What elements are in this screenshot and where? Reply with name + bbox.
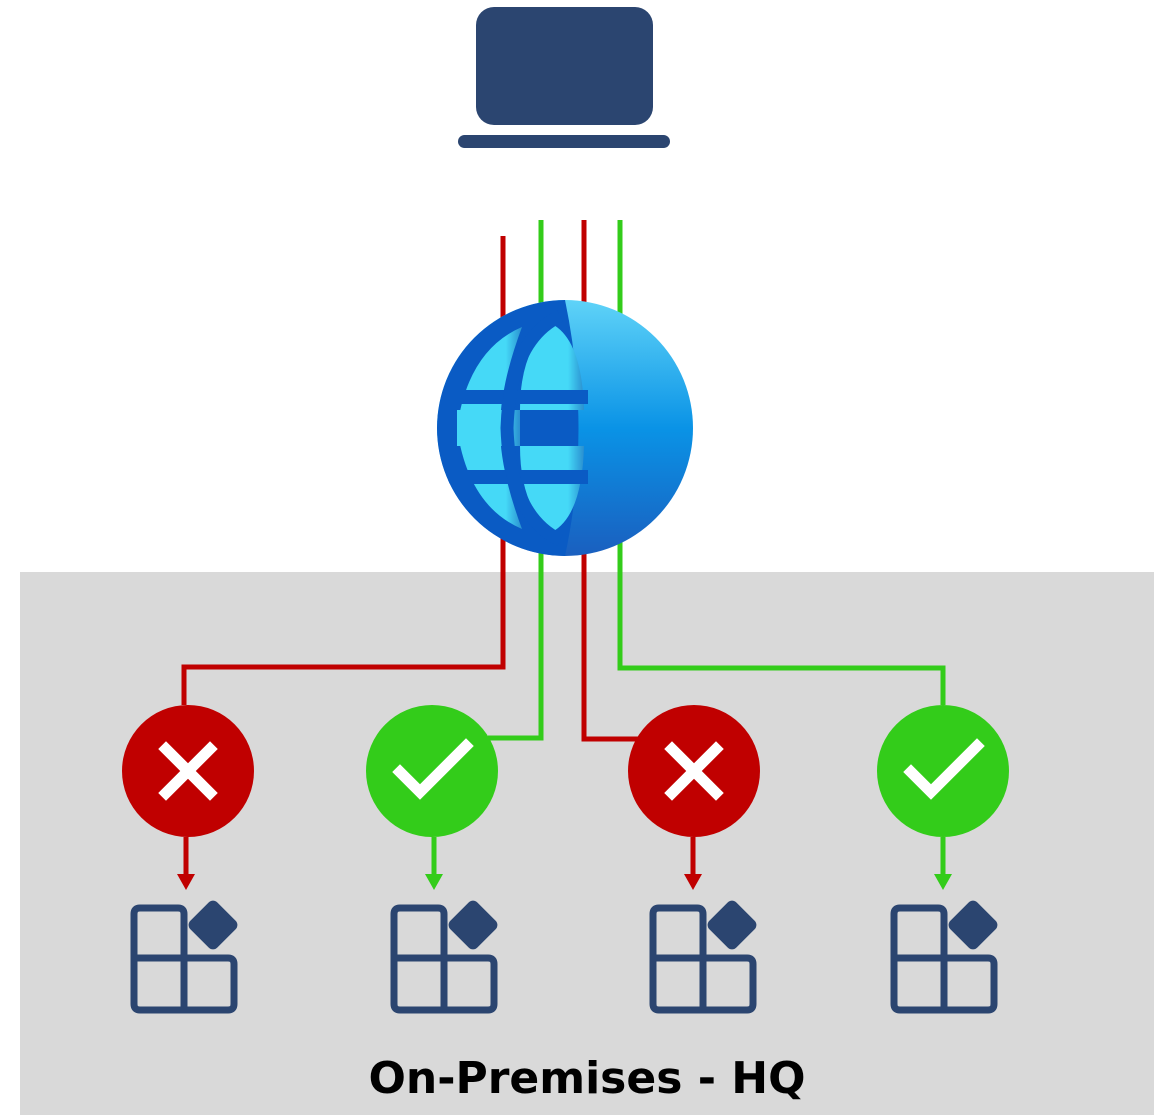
status-allowed-4: [877, 705, 1009, 837]
on-premises-zone: [20, 572, 1154, 1115]
laptop-icon: [458, 7, 670, 148]
status-allowed-2: [366, 705, 498, 837]
globe-icon: [437, 300, 693, 556]
status-denied-3: [628, 705, 760, 837]
status-denied-1: [122, 705, 254, 837]
access-diagram: On-Premises - HQ: [20, 7, 1154, 1115]
zone-label: On-Premises - HQ: [368, 1053, 805, 1104]
